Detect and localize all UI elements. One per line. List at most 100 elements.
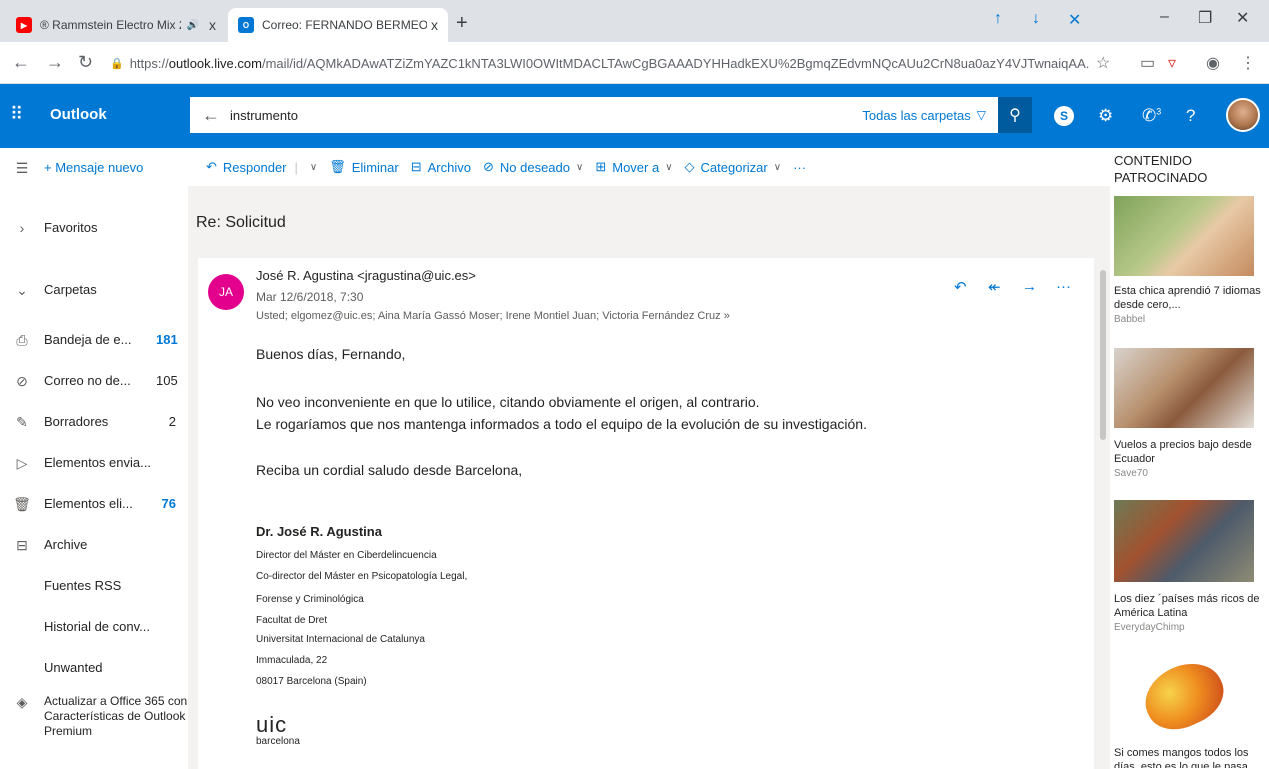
folder-deleted[interactable]: 🗑 Elementos eli... 76	[0, 496, 188, 513]
extension-doc-icon[interactable]: ▭	[1140, 53, 1155, 73]
skype-icon[interactable]: S	[1054, 106, 1074, 126]
archive-button[interactable]: ⊟ Archivo	[411, 159, 471, 175]
outlook-brand[interactable]: Outlook	[50, 106, 107, 123]
signature-line: Facultat de Dret	[256, 615, 328, 626]
ad-text[interactable]: Los diez ´países más ricos de América La…	[1114, 592, 1264, 620]
reload-icon[interactable]: ↻	[78, 52, 93, 73]
sender-name[interactable]: José R. Agustina <jragustina@uic.es>	[256, 268, 476, 283]
address-bar[interactable]: 🔒 https://outlook.live.com/mail/id/AQMkA…	[110, 48, 1090, 78]
notification-count: 3	[1156, 106, 1162, 117]
folder-label: Archive	[44, 537, 88, 552]
outlook-favicon-icon: O	[238, 17, 254, 33]
new-tab-button[interactable]: +	[456, 12, 468, 35]
ad-source: EverydayChimp	[1114, 622, 1185, 633]
new-message-button[interactable]: + Mensaje nuevo	[44, 160, 188, 175]
search-input[interactable]	[230, 107, 863, 123]
close-window-icon[interactable]: ✕	[1236, 8, 1249, 28]
folder-drafts[interactable]: ✎ Borradores 2	[0, 414, 188, 431]
categorize-button[interactable]: ◇ Categorizar ∨	[685, 159, 782, 175]
archive-icon: ⊟	[410, 159, 422, 174]
back-icon[interactable]: ←	[12, 52, 30, 73]
hamburger-menu-icon[interactable]: ☰	[0, 160, 44, 177]
folders-row[interactable]: ⌄ Carpetas	[0, 282, 188, 299]
tab-close-icon[interactable]: x	[431, 17, 438, 33]
body-closing: Reciba un cordial saludo desde Barcelona…	[256, 462, 523, 478]
browser-menu-icon[interactable]: ⋮	[1240, 53, 1256, 73]
close-reading-icon[interactable]: ✕	[1068, 10, 1081, 30]
favorites-row[interactable]: › Favoritos	[0, 220, 188, 236]
search-icon: ⚲	[1009, 107, 1021, 124]
browser-tab-youtube[interactable]: ▶ ® Rammstein Electro Mix 20 🔊 x	[6, 8, 226, 42]
url-host: outlook.live.com	[168, 55, 262, 71]
folder-label: Correo no de...	[44, 373, 131, 388]
folder-archive[interactable]: ⊟ Archive	[0, 537, 188, 554]
recipients-list: Usted; elgomez@uic.es; Aina María Gassó …	[256, 310, 721, 322]
forward-icon[interactable]: →	[46, 52, 64, 73]
uic-logo: uic	[256, 712, 288, 737]
next-message-icon[interactable]: ↓	[1032, 10, 1040, 28]
sent-icon: ▷	[16, 455, 28, 471]
help-icon[interactable]: ?	[1186, 106, 1195, 126]
signature-line: 08017 Barcelona (Spain)	[256, 676, 367, 687]
junk-button[interactable]: ⊘ No deseado ∨	[483, 159, 583, 175]
signature-name: Dr. José R. Agustina	[256, 524, 382, 539]
reply-all-icon[interactable]: ↞	[988, 278, 1001, 296]
audio-icon[interactable]: 🔊	[187, 20, 199, 31]
sender-avatar[interactable]: JA	[208, 274, 244, 310]
folder-count: 2	[168, 414, 176, 429]
folder-count: 105	[156, 373, 178, 388]
signature-line: Universitat Internacional de Catalunya	[256, 634, 425, 645]
folder-inbox[interactable]: ⎙ Bandeja de e... 181	[0, 332, 188, 349]
ad-source: Babbel	[1114, 314, 1146, 325]
chevron-down-icon: ∨	[773, 161, 782, 173]
bookmark-star-icon[interactable]: ☆	[1096, 53, 1110, 73]
app-launcher-icon[interactable]: ⠿	[10, 104, 23, 125]
ad-image[interactable]	[1114, 348, 1254, 428]
previous-message-icon[interactable]: ↑	[994, 10, 1002, 28]
more-icon[interactable]: ···	[1056, 278, 1071, 295]
folders-label: Carpetas	[44, 282, 97, 297]
search-scope[interactable]: Todas las carpetas	[862, 108, 970, 123]
move-button[interactable]: ⊞ Mover a ∨	[595, 159, 672, 175]
extension-pocket-icon[interactable]: ▿	[1168, 53, 1176, 73]
reply-icon[interactable]: ↶	[954, 278, 967, 296]
ad-image[interactable]	[1114, 196, 1254, 276]
ad-text[interactable]: Si comes mangos todos los días, esto es …	[1114, 746, 1264, 768]
body-greeting: Buenos días, Fernando,	[256, 346, 406, 362]
folder-junk[interactable]: ⊘ Correo no de... 105	[0, 373, 188, 390]
ad-text[interactable]: Vuelos a precios bajo desde Ecuador	[1114, 438, 1264, 466]
filter-icon[interactable]: ▽	[977, 108, 986, 122]
more-actions-button[interactable]: ···	[793, 160, 806, 175]
restore-icon[interactable]: ❐	[1198, 8, 1212, 28]
reply-button[interactable]: ↶ Responder	[206, 159, 287, 175]
premium-upgrade[interactable]: ◈ Actualizar a Office 365 con Caracterís…	[0, 694, 188, 739]
user-avatar[interactable]	[1226, 98, 1260, 132]
tab-close-icon[interactable]: x	[209, 17, 216, 33]
folder-history[interactable]: Historial de conv...	[0, 619, 188, 634]
premium-label: Actualizar a Office 365 con Característi…	[44, 694, 188, 738]
reply-dropdown[interactable]: ∨	[304, 162, 317, 173]
browser-tab-outlook[interactable]: O Correo: FERNANDO BERMEO - C x	[228, 8, 448, 42]
archive-label: Archivo	[427, 159, 471, 175]
forward-icon[interactable]: →	[1022, 278, 1037, 295]
drafts-icon: ✎	[16, 414, 28, 430]
minimize-icon[interactable]: –	[1160, 8, 1169, 26]
delete-button[interactable]: 🗑 Eliminar	[329, 159, 398, 175]
notifications-icon[interactable]: ✆3	[1142, 106, 1161, 126]
ad-image[interactable]	[1114, 500, 1254, 582]
scrollbar-thumb[interactable]	[1100, 270, 1106, 440]
folder-unwanted[interactable]: Unwanted	[0, 660, 188, 675]
search-button[interactable]: ⚲	[998, 97, 1032, 133]
ad-image[interactable]	[1114, 651, 1254, 741]
chevron-down-icon: ∨	[309, 161, 318, 173]
folder-label: Historial de conv...	[44, 619, 150, 634]
settings-gear-icon[interactable]: ⚙	[1098, 106, 1113, 126]
expand-recipients-icon[interactable]: »	[724, 310, 730, 322]
ad-text[interactable]: Esta chica aprendió 7 idiomas desde cero…	[1114, 284, 1264, 312]
delete-label: Eliminar	[351, 159, 399, 175]
folder-count: 181	[156, 332, 178, 347]
folder-sent[interactable]: ▷ Elementos envia...	[0, 455, 188, 472]
search-back-icon[interactable]: ←	[202, 105, 220, 126]
folder-rss[interactable]: Fuentes RSS	[0, 578, 188, 593]
profile-icon[interactable]: ◉	[1206, 53, 1220, 73]
